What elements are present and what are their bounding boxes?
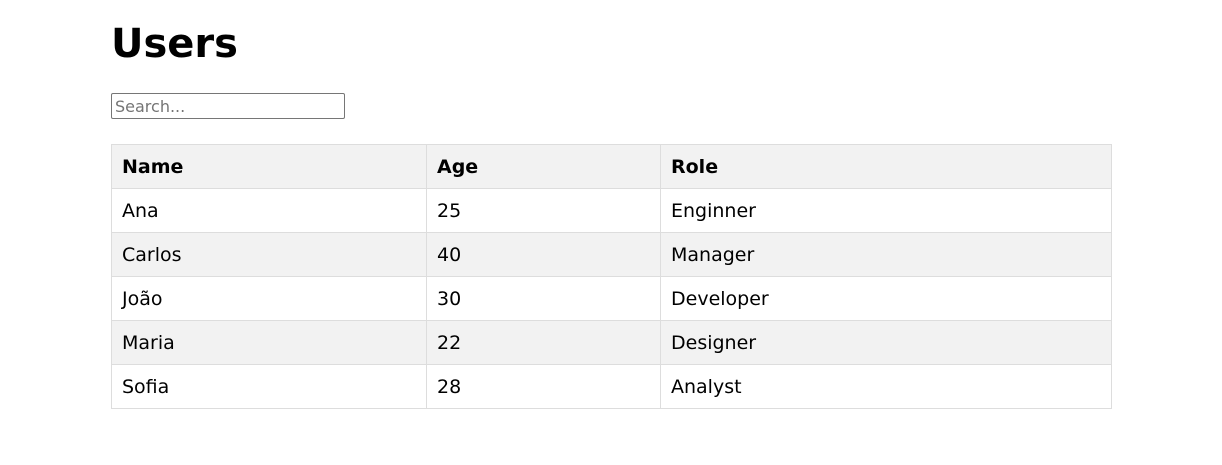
table-header-row: Name Age Role <box>111 144 1112 189</box>
cell-role: Analyst <box>660 364 1112 409</box>
search-input[interactable] <box>111 93 345 119</box>
users-table: Name Age Role Ana 25 Enginner Carlos 40 … <box>111 144 1112 409</box>
table-row: Maria 22 Designer <box>111 320 1112 365</box>
cell-age: 28 <box>426 364 661 409</box>
column-header-age[interactable]: Age <box>426 144 661 189</box>
table-row: Sofia 28 Analyst <box>111 364 1112 409</box>
cell-role: Manager <box>660 232 1112 277</box>
cell-age: 22 <box>426 320 661 365</box>
cell-name: João <box>111 276 427 321</box>
main-content: Users Name Age Role Ana 25 Enginner Carl… <box>111 0 1112 409</box>
table-row: Ana 25 Enginner <box>111 188 1112 233</box>
cell-role: Enginner <box>660 188 1112 233</box>
page-title: Users <box>111 21 238 67</box>
cell-age: 25 <box>426 188 661 233</box>
table-row: Carlos 40 Manager <box>111 232 1112 277</box>
cell-name: Ana <box>111 188 427 233</box>
cell-name: Carlos <box>111 232 427 277</box>
cell-name: Sofia <box>111 364 427 409</box>
cell-age: 30 <box>426 276 661 321</box>
cell-role: Developer <box>660 276 1112 321</box>
column-header-name[interactable]: Name <box>111 144 427 189</box>
column-header-role[interactable]: Role <box>660 144 1112 189</box>
cell-role: Designer <box>660 320 1112 365</box>
table-row: João 30 Developer <box>111 276 1112 321</box>
cell-name: Maria <box>111 320 427 365</box>
cell-age: 40 <box>426 232 661 277</box>
